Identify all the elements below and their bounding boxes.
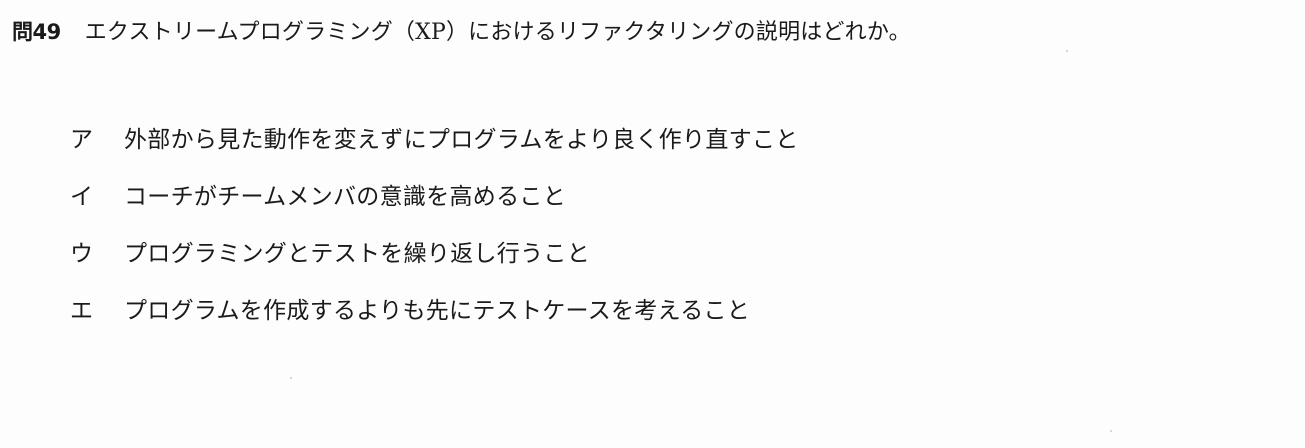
answer-choices: ア 外部から見た動作を変えずにプログラムをより良く作り直すこと イ コーチがチー…	[70, 120, 799, 348]
choice-i[interactable]: イ コーチがチームメンバの意識を高めること	[70, 177, 799, 234]
choice-letter: エ	[70, 298, 93, 324]
question-header: 問49 エクストリームプログラミング（XP）におけるリファクタリングの説明はどれ…	[12, 14, 911, 46]
choice-text: コーチがチームメンバの意識を高めること	[124, 184, 567, 210]
scan-speck	[1066, 50, 1068, 52]
choice-letter: ウ	[70, 241, 93, 267]
choice-text: プログラミングとテストを繰り返し行うこと	[124, 241, 590, 267]
choice-letter: ア	[70, 127, 93, 153]
exam-page: 問49 エクストリームプログラミング（XP）におけるリファクタリングの説明はどれ…	[0, 0, 1305, 448]
choice-e[interactable]: エ プログラムを作成するよりも先にテストケースを考えること	[70, 291, 799, 348]
choice-letter: イ	[70, 184, 93, 210]
choice-a[interactable]: ア 外部から見た動作を変えずにプログラムをより良く作り直すこと	[70, 120, 799, 177]
question-text: エクストリームプログラミング（XP）におけるリファクタリングの説明はどれか。	[84, 20, 911, 45]
scan-speck	[290, 377, 292, 379]
choice-text: 外部から見た動作を変えずにプログラムをより良く作り直すこと	[124, 127, 799, 153]
scan-speck	[1110, 430, 1112, 432]
question-number: 問49	[12, 20, 61, 44]
choice-text: プログラムを作成するよりも先にテストケースを考えること	[124, 298, 751, 324]
choice-u[interactable]: ウ プログラミングとテストを繰り返し行うこと	[70, 234, 799, 291]
